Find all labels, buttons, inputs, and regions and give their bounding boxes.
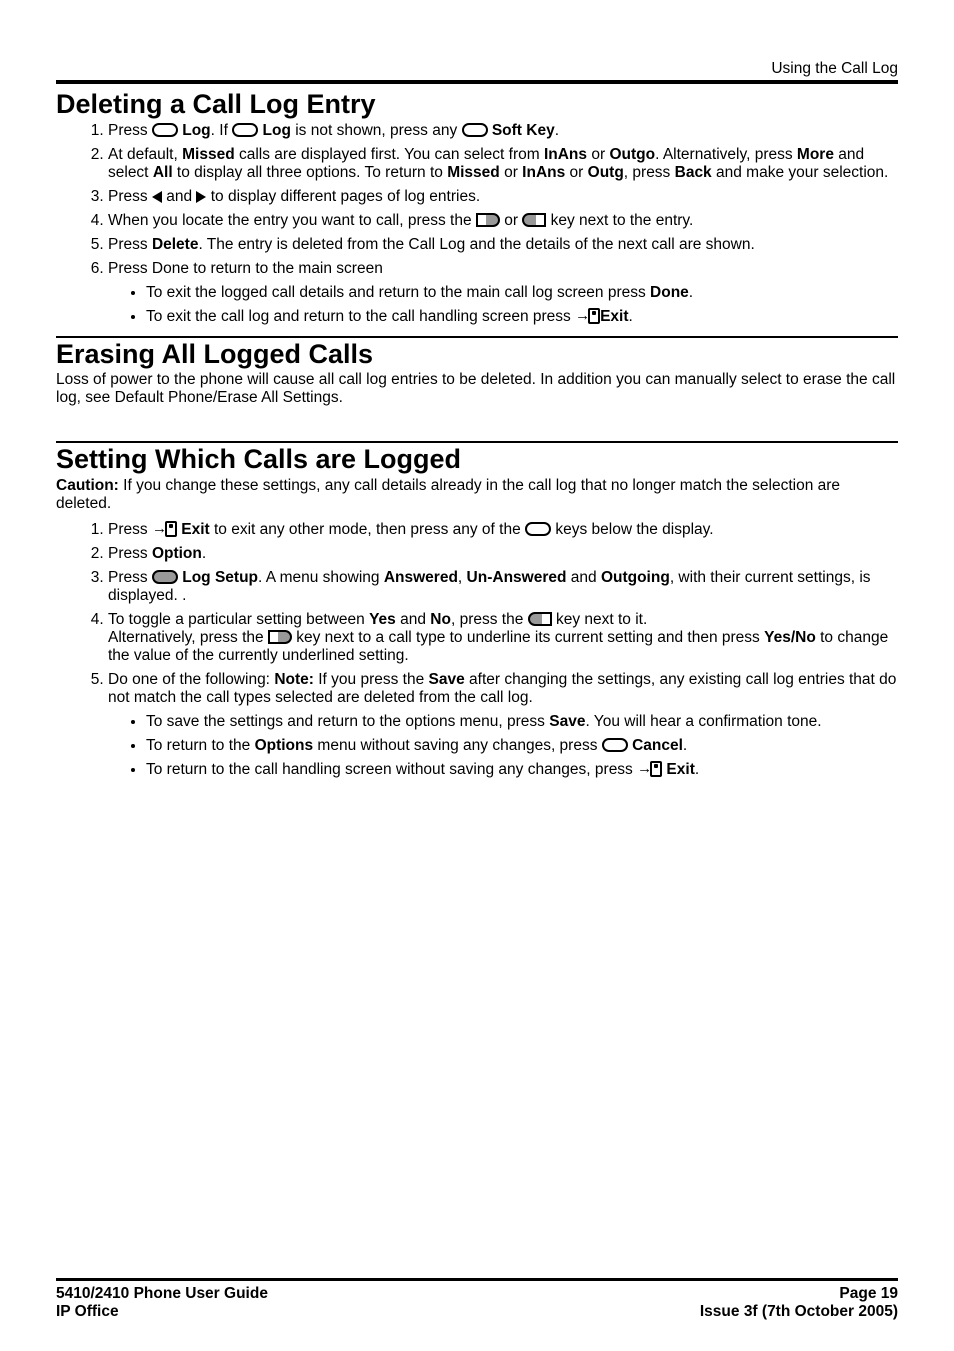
- page: Using the Call Log Deleting a Call Log E…: [0, 0, 954, 1351]
- setting-step-5-sub-3: To return to the call handling screen wi…: [146, 761, 898, 779]
- step-2: At default, Missed calls are displayed f…: [108, 146, 898, 182]
- setting-step-5-sublist: To save the settings and return to the o…: [108, 713, 898, 779]
- right-arrow-icon: [196, 191, 206, 203]
- deleting-steps: Press Log. If Log is not shown, press an…: [56, 122, 898, 326]
- softkey-icon: [152, 123, 178, 137]
- step-4: When you locate the entry you want to ca…: [108, 212, 898, 230]
- erasing-intro: Loss of power to the phone will cause al…: [56, 371, 898, 407]
- step-3: Press and to display different pages of …: [108, 188, 898, 206]
- softkey-icon: [525, 522, 551, 536]
- footer-product: IP Office: [56, 1303, 119, 1320]
- footer: 5410/2410 Phone User Guide IP Office Pag…: [56, 1278, 898, 1321]
- footer-issue: Issue 3f (7th October 2005): [700, 1303, 898, 1320]
- section-separator: [56, 441, 898, 443]
- step-6: Press Done to return to the main screen …: [108, 260, 898, 326]
- heading-deleting-call-log-entry: Deleting a Call Log Entry: [56, 90, 898, 120]
- step-6-sub-2: To exit the call log and return to the c…: [146, 308, 898, 326]
- footer-guide: 5410/2410 Phone User Guide: [56, 1285, 268, 1302]
- setting-step-5-sub-1: To save the settings and return to the o…: [146, 713, 898, 731]
- setting-step-5: Do one of the following: Note: If you pr…: [108, 671, 898, 779]
- right-select-key-icon: [476, 213, 500, 227]
- setting-steps: Press → Exit to exit any other mode, the…: [56, 521, 898, 779]
- exit-icon: →: [637, 760, 662, 777]
- filled-softkey-icon: [152, 570, 178, 584]
- exit-icon: →: [575, 307, 600, 324]
- step-6-sublist: To exit the logged call details and retu…: [108, 284, 898, 326]
- softkey-icon: [602, 738, 628, 752]
- section-separator: [56, 336, 898, 338]
- left-select-key-icon: [522, 213, 546, 227]
- softkey-icon: [462, 123, 488, 137]
- heading-setting-which-calls: Setting Which Calls are Logged: [56, 445, 898, 475]
- softkey-icon: [232, 123, 258, 137]
- left-arrow-icon: [152, 191, 162, 203]
- setting-step-3: Press Log Setup. A menu showing Answered…: [108, 569, 898, 605]
- setting-step-5-sub-2: To return to the Options menu without sa…: [146, 737, 898, 755]
- setting-step-4: To toggle a particular setting between Y…: [108, 611, 898, 665]
- caution-text: Caution: If you change these settings, a…: [56, 477, 898, 513]
- step-1: Press Log. If Log is not shown, press an…: [108, 122, 898, 140]
- footer-page: Page 19: [839, 1285, 898, 1302]
- exit-icon: →: [152, 520, 177, 537]
- left-select-key-icon: [528, 612, 552, 626]
- setting-step-1: Press → Exit to exit any other mode, the…: [108, 521, 898, 539]
- step-5: Press Delete. The entry is deleted from …: [108, 236, 898, 254]
- step-6-sub-1: To exit the logged call details and retu…: [146, 284, 898, 302]
- heading-erasing-all-logged-calls: Erasing All Logged Calls: [56, 340, 898, 370]
- right-select-key-icon: [268, 630, 292, 644]
- setting-step-2: Press Option.: [108, 545, 898, 563]
- header-context: Using the Call Log: [56, 60, 898, 84]
